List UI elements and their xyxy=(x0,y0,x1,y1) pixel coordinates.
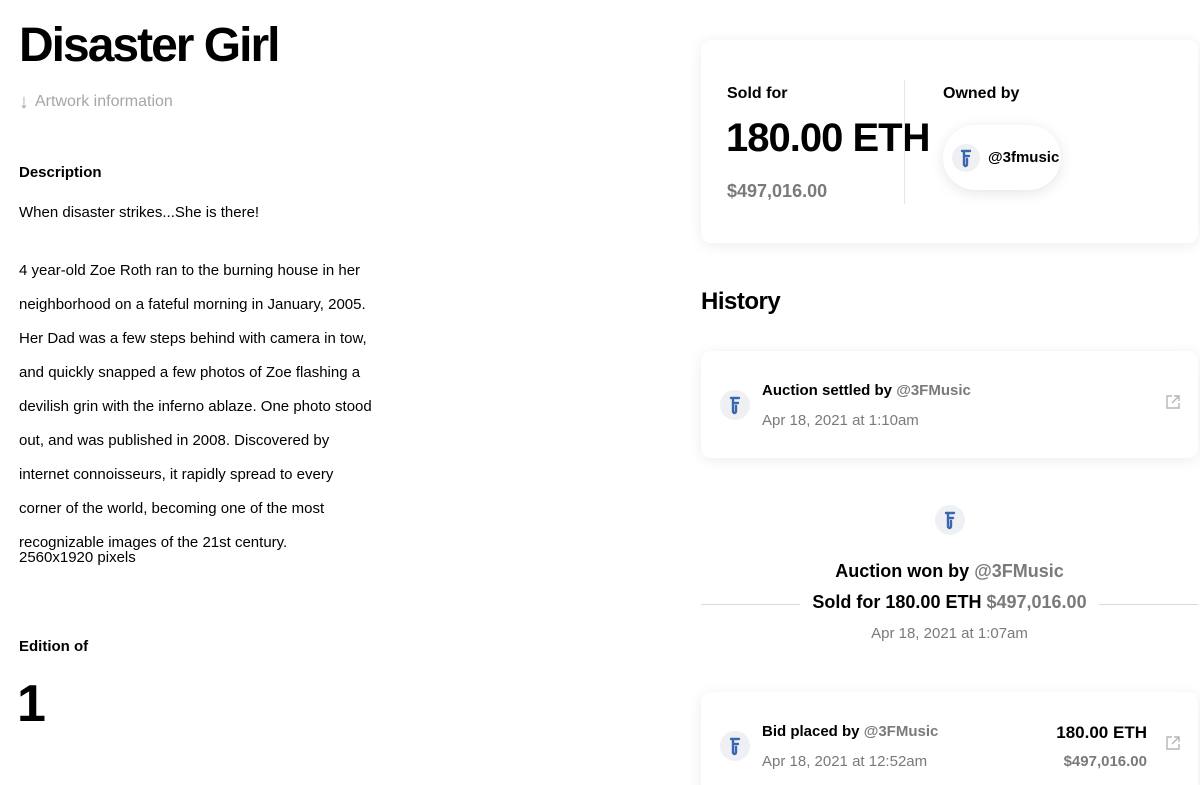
auction-won-usd: $497,016.00 xyxy=(986,592,1087,612)
history-item-auction-won: Auction won by @3FMusic Sold for 180.00 … xyxy=(701,505,1198,642)
description-body: 4 year-old Zoe Roth ran to the burning h… xyxy=(19,262,372,551)
artwork-dimensions: 2560x1920 pixels xyxy=(19,549,136,566)
description-intro: When disaster strikes...She is there! xyxy=(19,204,260,221)
history-date: Apr 18, 2021 at 12:52am xyxy=(762,753,928,770)
3f-logo-icon xyxy=(952,143,980,172)
description-heading: Description xyxy=(19,164,102,181)
3f-logo-icon[interactable] xyxy=(720,390,750,420)
card-divider xyxy=(904,80,905,204)
sold-for-label: Sold for xyxy=(727,85,788,102)
auction-won-user-link[interactable]: @3FMusic xyxy=(974,561,1064,581)
auction-won-date: Apr 18, 2021 at 1:07am xyxy=(871,625,1028,642)
auction-won-sold-text: Sold for 180.00 ETH xyxy=(812,592,982,612)
artwork-title: Disaster Girl xyxy=(19,19,280,72)
arrow-down-icon: ↓ xyxy=(19,91,29,113)
auction-won-price: Sold for 180.00 ETH $497,016.00 xyxy=(800,592,1099,613)
history-event-text: Auction settled by @3FMusic xyxy=(762,382,971,399)
owner-profile-link[interactable]: @3fmusic xyxy=(943,125,1061,190)
bid-amount-eth: 180.00 ETH xyxy=(1056,723,1147,742)
3f-logo-icon[interactable] xyxy=(934,505,965,535)
auction-won-action: Auction won by xyxy=(835,561,970,581)
history-event-text: Bid placed by @3FMusic xyxy=(762,723,938,740)
history-item-auction-settled: Auction settled by @3FMusic Apr 18, 2021… xyxy=(701,351,1198,458)
history-date: Apr 18, 2021 at 1:10am xyxy=(762,412,919,429)
edition-heading: Edition of xyxy=(19,638,89,655)
auction-won-price-row: Sold for 180.00 ETH $497,016.00 xyxy=(701,592,1198,616)
artwork-information-label: Artwork information xyxy=(35,93,173,110)
owned-by-label: Owned by xyxy=(943,85,1020,102)
external-link-icon[interactable] xyxy=(1165,735,1181,751)
history-heading: History xyxy=(701,288,781,315)
3f-logo-icon[interactable] xyxy=(720,731,750,761)
history-user-link[interactable]: @3FMusic xyxy=(864,723,939,740)
bid-amount-usd: $497,016.00 xyxy=(1063,753,1147,770)
auction-won-text: Auction won by @3FMusic xyxy=(701,561,1198,582)
edition-count: 1 xyxy=(17,675,46,733)
sold-price-usd: $497,016.00 xyxy=(727,181,828,201)
history-item-bid-placed: Bid placed by @3FMusic Apr 18, 2021 at 1… xyxy=(701,692,1198,785)
history-action: Auction settled by xyxy=(762,382,893,399)
history-user-link[interactable]: @3FMusic xyxy=(896,382,971,399)
sale-summary-card: Sold for 180.00 ETH $497,016.00 Owned by… xyxy=(701,40,1198,243)
owner-username: @3fmusic xyxy=(988,149,1060,166)
history-action: Bid placed by xyxy=(762,723,860,740)
artwork-information-link[interactable]: ↓ Artwork information xyxy=(19,92,173,112)
sold-price-eth: 180.00 ETH xyxy=(726,116,930,160)
external-link-icon[interactable] xyxy=(1165,394,1181,410)
